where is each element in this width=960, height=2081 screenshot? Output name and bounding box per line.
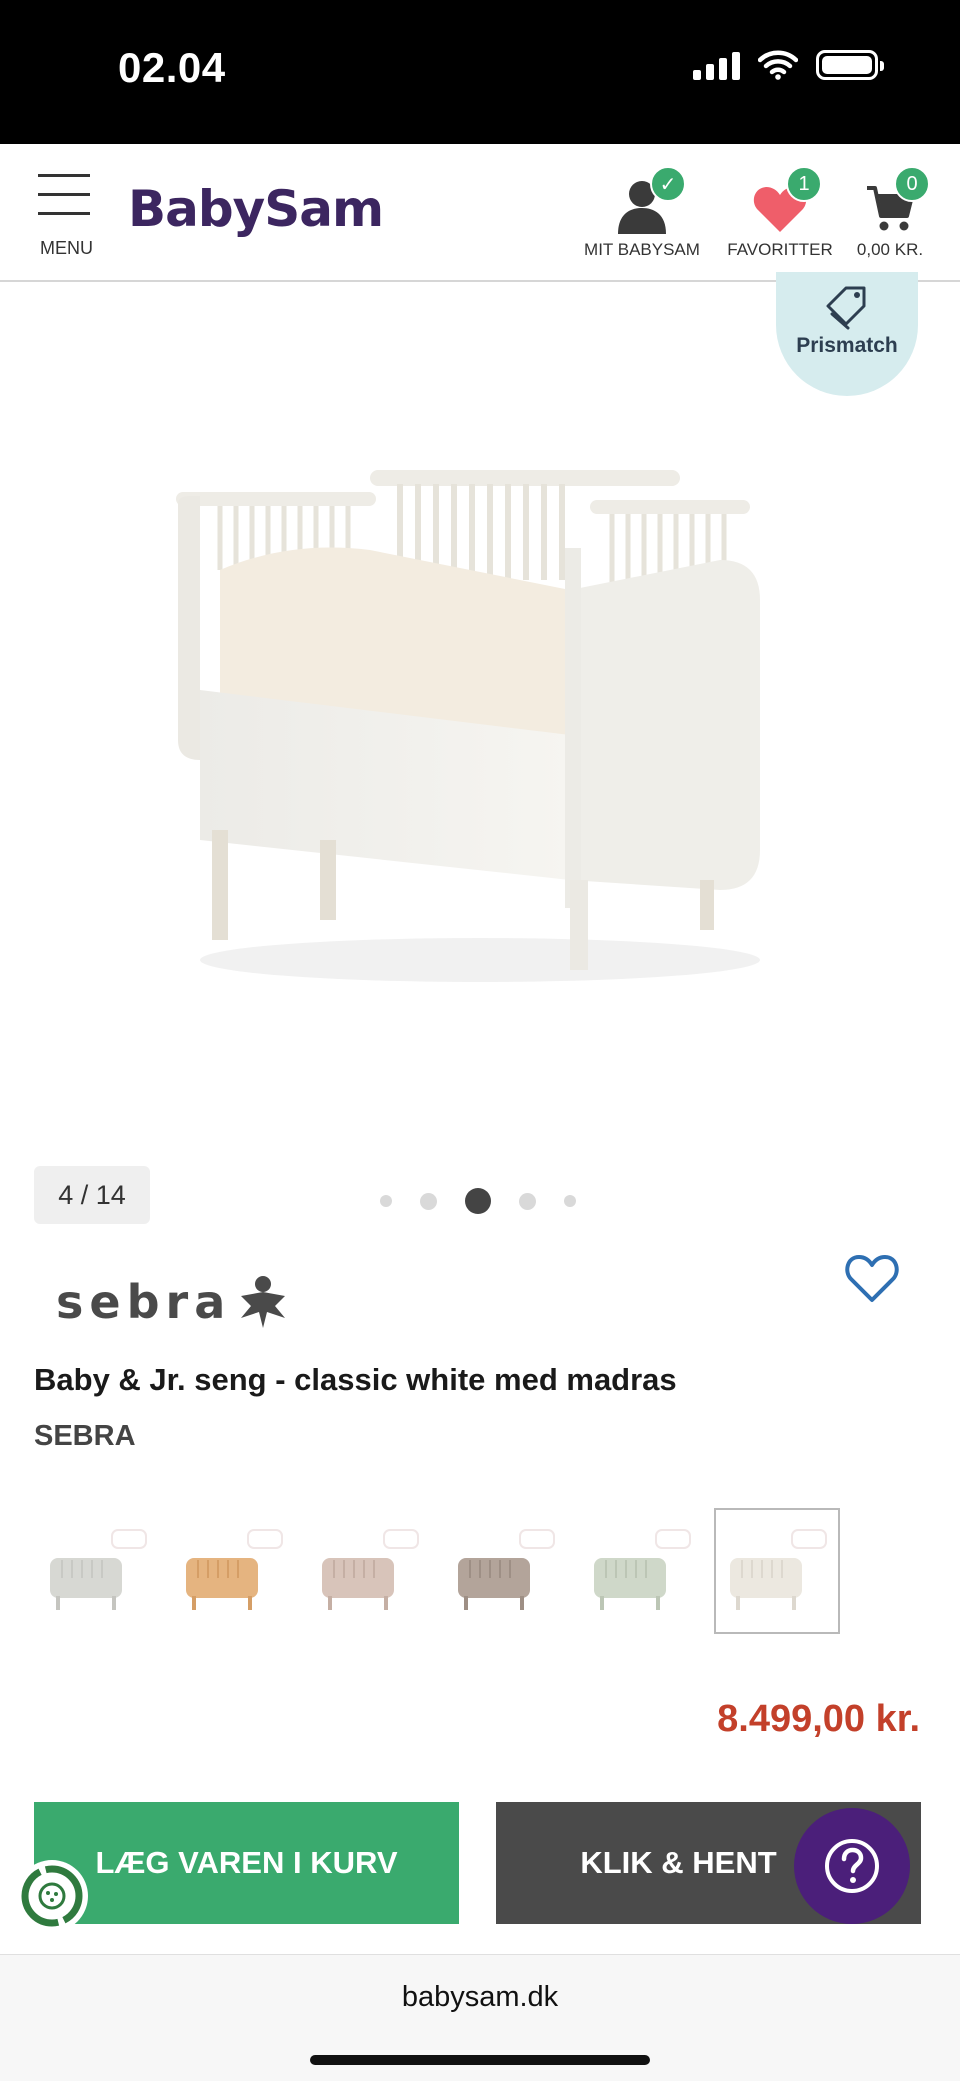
babysam-logo[interactable]: BabySam	[128, 180, 384, 238]
account-label: MIT BABYSAM	[584, 240, 700, 259]
question-mark-icon	[825, 1839, 879, 1893]
carousel-dot[interactable]	[564, 1195, 576, 1207]
variant-crib-thumbnail	[186, 1529, 283, 1610]
site-header: MENU BabySam ✓ MIT BABYSAM 1 FAVORITTER	[0, 144, 960, 282]
eco-badge[interactable]	[16, 1860, 88, 1932]
variant-swatch[interactable]	[170, 1508, 296, 1634]
variant-crib-thumbnail	[594, 1529, 691, 1610]
cart-total-label: 0,00 KR.	[856, 240, 924, 259]
sebra-mark-icon	[241, 1276, 286, 1328]
cellular-signal-icon	[693, 50, 740, 80]
menu-label: MENU	[40, 238, 93, 258]
status-bar: 02.04	[0, 0, 960, 144]
favorites-count-badge: 1	[786, 166, 822, 202]
price-tag-icon	[826, 286, 866, 330]
cart-button[interactable]: 0 0,00 KR.	[852, 164, 930, 260]
variant-selector	[34, 1508, 840, 1634]
carousel-dot[interactable]	[519, 1192, 536, 1210]
status-time: 02.04	[118, 44, 226, 91]
cart-count-badge: 0	[894, 166, 930, 202]
status-icons	[693, 50, 884, 80]
variant-swatch[interactable]	[34, 1508, 160, 1634]
product-title: Baby & Jr. seng - classic white med madr…	[34, 1362, 677, 1397]
prismatch-label: Prismatch	[796, 334, 898, 357]
variant-crib-thumbnail	[322, 1529, 419, 1610]
battery-icon	[816, 50, 884, 80]
browser-bottom-bar: babysam.dk	[0, 1954, 960, 2081]
favorites-button[interactable]: 1 FAVORITTER	[722, 164, 838, 260]
help-button[interactable]	[794, 1808, 910, 1924]
variant-crib-thumbnail	[730, 1529, 827, 1610]
carousel-dot-active[interactable]	[465, 1188, 491, 1214]
variant-crib-thumbnail	[50, 1529, 147, 1610]
product-image[interactable]	[160, 440, 780, 1000]
brand-logo[interactable]: sebra	[56, 1272, 289, 1332]
wifi-icon	[758, 50, 798, 80]
prismatch-button[interactable]: Prismatch	[776, 272, 918, 396]
product-price: 8.499,00 kr.	[717, 1698, 920, 1740]
carousel-dots	[380, 1188, 576, 1214]
variant-crib-thumbnail	[458, 1529, 555, 1610]
variant-swatch[interactable]	[306, 1508, 432, 1634]
brand-logo-text: sebra	[56, 1275, 232, 1329]
recycle-icon	[21, 1865, 83, 1927]
variant-swatch[interactable]	[578, 1508, 704, 1634]
add-to-cart-button[interactable]: LÆG VAREN I KURV	[34, 1802, 459, 1924]
carousel-dot[interactable]	[420, 1192, 437, 1210]
url-bar[interactable]: babysam.dk	[0, 1981, 960, 2014]
favorites-label: FAVORITTER	[727, 240, 833, 259]
menu-button[interactable]	[38, 174, 94, 231]
variant-swatch[interactable]	[442, 1508, 568, 1634]
product-brand[interactable]: SEBRA	[34, 1420, 136, 1453]
account-check-badge: ✓	[650, 166, 686, 202]
hamburger-icon	[38, 174, 94, 215]
account-button[interactable]: ✓ MIT BABYSAM	[580, 164, 704, 260]
carousel-dot[interactable]	[380, 1195, 392, 1207]
image-counter: 4 / 14	[34, 1166, 150, 1224]
add-favorite-heart-icon[interactable]	[844, 1252, 900, 1304]
home-indicator[interactable]	[310, 2055, 650, 2065]
variant-swatch-selected[interactable]	[714, 1508, 840, 1634]
